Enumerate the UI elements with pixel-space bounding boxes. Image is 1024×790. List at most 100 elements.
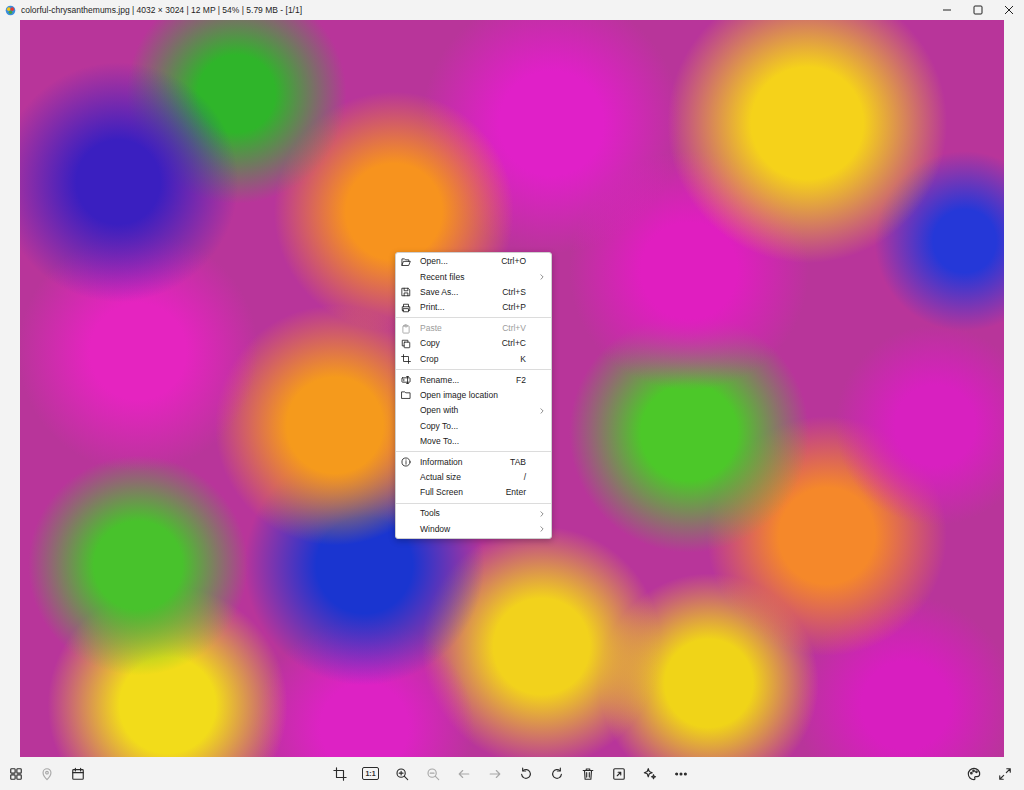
close-icon[interactable] <box>993 0 1024 20</box>
window-controls <box>931 0 1024 20</box>
calendar-icon <box>71 767 85 781</box>
rotate-left-icon <box>519 767 533 781</box>
actual-size-button[interactable]: 1:1 <box>355 760 386 788</box>
menu-item[interactable]: InformationTAB <box>396 455 551 470</box>
menu-item-icon-slot <box>401 287 420 297</box>
menu-item-label: Copy <box>420 337 494 350</box>
zoom-in-icon <box>395 767 409 781</box>
submenu-arrow-slot <box>536 526 545 532</box>
menu-item-label: Open with <box>420 404 536 417</box>
crop-icon <box>333 767 347 781</box>
menu-separator <box>396 369 551 370</box>
thumbnails-icon <box>9 767 23 781</box>
printer-icon <box>401 303 411 313</box>
toolbar-center: 1:1 <box>324 760 696 788</box>
previous-icon <box>457 767 471 781</box>
menu-item-label: Full Screen <box>420 486 498 499</box>
submenu-arrow-slot <box>536 511 545 517</box>
menu-item[interactable]: Save As...Ctrl+S <box>396 285 551 300</box>
app-icon <box>5 5 16 16</box>
fullscreen-button[interactable] <box>989 760 1020 788</box>
menu-item-label: Open... <box>420 255 493 268</box>
menu-item-icon-slot <box>401 257 420 267</box>
crop-button[interactable] <box>324 760 355 788</box>
menu-item-shortcut: K <box>512 353 526 366</box>
save-icon <box>401 287 411 297</box>
menu-item-shortcut: Ctrl+V <box>494 322 526 335</box>
date-button[interactable] <box>62 760 93 788</box>
menu-item[interactable]: Tools <box>396 506 551 521</box>
menu-item[interactable]: Rename...F2 <box>396 372 551 387</box>
thumbnails-button[interactable] <box>0 760 31 788</box>
menu-item-icon-slot <box>401 354 420 364</box>
submenu-chevron-icon <box>539 526 545 532</box>
folder-icon <box>401 390 411 400</box>
submenu-chevron-icon <box>539 274 545 280</box>
menu-item-icon-slot <box>401 324 420 334</box>
delete-button[interactable] <box>572 760 603 788</box>
menu-item[interactable]: Recent files <box>396 269 551 284</box>
bottom-toolbar: 1:1 <box>0 757 1024 790</box>
rotate-left-button[interactable] <box>510 760 541 788</box>
info-icon <box>401 457 411 467</box>
menu-item-label: Information <box>420 456 502 469</box>
menu-item-label: Copy To... <box>420 420 536 433</box>
menu-item[interactable]: Open with <box>396 403 551 418</box>
menu-separator <box>396 451 551 452</box>
menu-item: PasteCtrl+V <box>396 321 551 336</box>
context-menu: Open...Ctrl+ORecent filesSave As...Ctrl+… <box>395 252 552 539</box>
menu-item-label: Open image location <box>420 389 536 402</box>
rotate-right-button[interactable] <box>541 760 572 788</box>
ai-tools-button[interactable] <box>634 760 665 788</box>
menu-item[interactable]: CopyCtrl+C <box>396 336 551 351</box>
zoom-in-button[interactable] <box>386 760 417 788</box>
clipboard-icon <box>401 324 411 334</box>
zoom-out-button <box>417 760 448 788</box>
menu-item[interactable]: CropK <box>396 351 551 366</box>
submenu-chevron-icon <box>539 408 545 414</box>
minimize-icon[interactable] <box>931 0 962 20</box>
menu-item-label: Move To... <box>420 435 536 448</box>
menu-separator <box>396 503 551 504</box>
window-title: colorful-chrysanthemums.jpg | 4032 × 302… <box>21 0 931 20</box>
open-folder-icon <box>401 257 411 267</box>
menu-item[interactable]: Print...Ctrl+P <box>396 300 551 315</box>
copy-icon <box>401 339 411 349</box>
menu-item[interactable]: Actual size/ <box>396 470 551 485</box>
crop-icon <box>401 354 411 364</box>
location-icon <box>40 767 54 781</box>
more-button[interactable] <box>665 760 696 788</box>
fit-window-button[interactable] <box>603 760 634 788</box>
menu-item-shortcut: Ctrl+C <box>494 337 526 350</box>
menu-item[interactable]: Move To... <box>396 434 551 449</box>
menu-item[interactable]: Full ScreenEnter <box>396 485 551 500</box>
title-bar: colorful-chrysanthemums.jpg | 4032 × 302… <box>0 0 1024 20</box>
menu-item[interactable]: Open...Ctrl+O <box>396 254 551 269</box>
palette-icon <box>967 767 981 781</box>
menu-item[interactable]: Window <box>396 522 551 537</box>
menu-item[interactable]: Copy To... <box>396 418 551 433</box>
menu-item-label: Tools <box>420 507 536 520</box>
submenu-arrow-slot <box>536 408 545 414</box>
menu-separator <box>396 317 551 318</box>
maximize-icon[interactable] <box>962 0 993 20</box>
fullscreen-icon <box>998 767 1012 781</box>
toolbar-left <box>0 760 324 788</box>
more-icon <box>674 767 688 781</box>
menu-item-label: Paste <box>420 322 494 335</box>
menu-item-shortcut: / <box>516 471 526 484</box>
menu-item-label: Print... <box>420 301 494 314</box>
menu-item-shortcut: Enter <box>498 486 526 499</box>
next-button <box>479 760 510 788</box>
toolbar-right <box>696 760 1024 788</box>
menu-item-icon-slot <box>401 339 420 349</box>
location-button <box>31 760 62 788</box>
menu-item[interactable]: Open image location <box>396 388 551 403</box>
delete-icon <box>581 767 595 781</box>
menu-item-label: Rename... <box>420 374 508 387</box>
rename-icon <box>401 375 411 385</box>
theme-button[interactable] <box>958 760 989 788</box>
rotate-right-icon <box>550 767 564 781</box>
menu-item-shortcut: TAB <box>502 456 526 469</box>
menu-item-shortcut: Ctrl+O <box>493 255 526 268</box>
